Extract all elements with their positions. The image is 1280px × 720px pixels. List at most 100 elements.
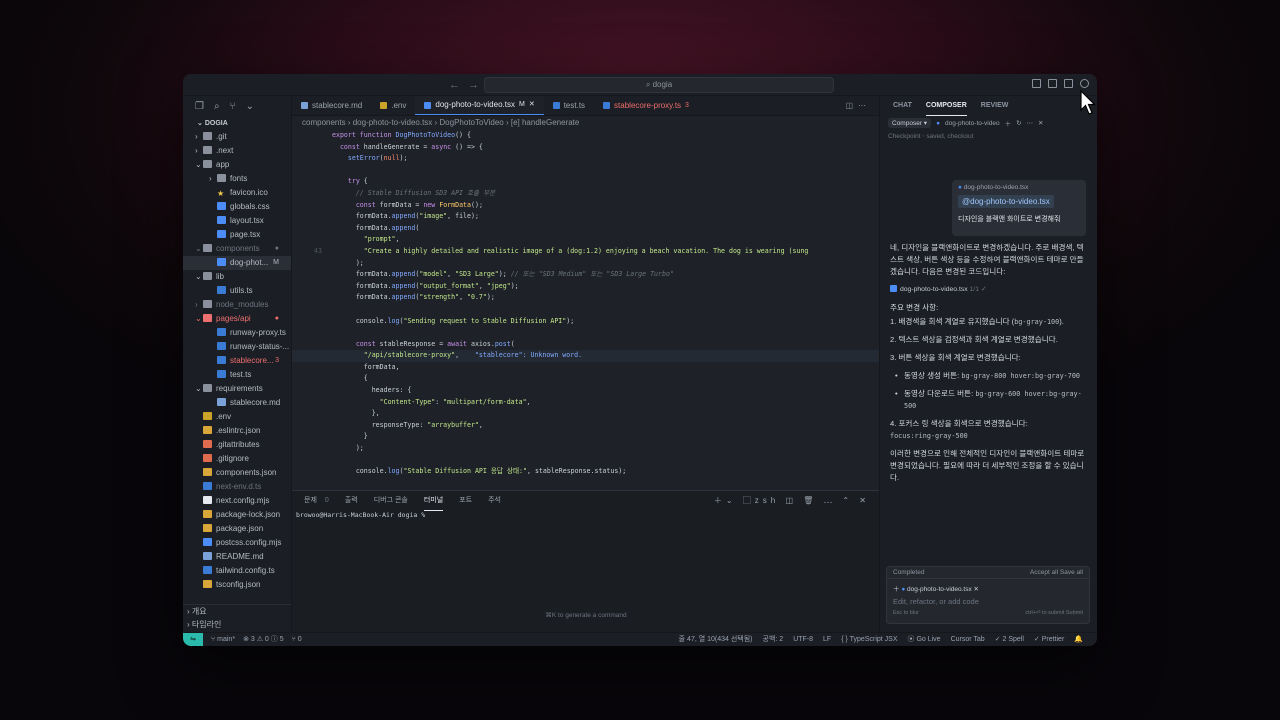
file-tree-item[interactable]: .eslintrc.json	[183, 424, 291, 438]
editor-tab[interactable]: .env	[371, 96, 415, 115]
composer-input[interactable]: Completed Accept all Save all ＋ ● dog-ph…	[886, 566, 1090, 624]
file-tree-item[interactable]: next.config.mjs	[183, 494, 291, 508]
line-ending[interactable]: LF	[823, 633, 831, 646]
editor-tab[interactable]: stablecore-proxy.ts 3	[594, 96, 698, 115]
code-line[interactable]: export function DogPhotoToVideo() {	[292, 130, 880, 142]
toggle-sidebar-icon[interactable]	[1032, 79, 1041, 88]
chat-tab[interactable]: CHAT	[893, 96, 912, 116]
file-tree-item[interactable]: runway-status-...	[183, 340, 291, 354]
code-line[interactable]: const handleGenerate = async () => {	[292, 142, 880, 154]
file-tree-item[interactable]: tsconfig.json	[183, 578, 291, 592]
cursor-position[interactable]: 줄 47, 열 10(434 선택됨)	[679, 633, 753, 646]
go-live[interactable]: ⦿ Go Live	[908, 633, 941, 646]
more-icon[interactable]: ⋯	[824, 496, 836, 505]
branch[interactable]: ⑂ main*	[211, 633, 235, 646]
file-tree-item[interactable]: ⌄ lib	[183, 270, 291, 284]
history-icon[interactable]: ↻	[1016, 119, 1021, 127]
files-icon[interactable]: ❐	[195, 101, 204, 112]
panel-tab[interactable]: 포트	[459, 491, 472, 511]
code-view[interactable]: export function DogPhotoToVideo() { cons…	[292, 130, 880, 490]
bell-icon[interactable]: 🔔	[1074, 633, 1083, 646]
composer-textbox[interactable]: Edit, refactor, or add code	[887, 597, 1089, 606]
close-icon[interactable]: ✕	[529, 95, 535, 115]
split-editor-icon[interactable]: ◫	[845, 101, 858, 110]
submit-hint[interactable]: ctrl+⏎ to submit Submit	[1025, 610, 1083, 616]
remote-icon[interactable]: ⇋	[183, 633, 203, 646]
code-line[interactable]: setError(null);	[292, 153, 880, 165]
breadcrumb[interactable]: components › dog-photo-to-video.tsx › Do…	[292, 116, 879, 129]
file-tree-item[interactable]: › fonts	[183, 172, 291, 186]
close-icon[interactable]: ✕	[974, 586, 979, 593]
code-line[interactable]: }	[292, 431, 880, 443]
file-mention[interactable]: @dog-photo-to-video.tsx	[958, 195, 1054, 208]
prettier[interactable]: ✓ Prettier	[1034, 633, 1064, 646]
more-icon[interactable]: ⋯	[858, 101, 871, 110]
settings-icon[interactable]	[1080, 79, 1089, 88]
code-line[interactable]: console.log("Sending request to Stable D…	[292, 316, 880, 328]
file-tree-item[interactable]: utils.ts	[183, 284, 291, 298]
new-terminal-icon[interactable]: ＋⌄	[714, 496, 737, 505]
code-line[interactable]	[292, 304, 880, 316]
file-tree-item[interactable]: .env	[183, 410, 291, 424]
indentation[interactable]: 공백: 2	[763, 633, 784, 646]
file-tree-item[interactable]: › .next	[183, 144, 291, 158]
more-icon[interactable]: ⋯	[1027, 119, 1034, 127]
checkpoint[interactable]: Checkpoint ◦ saved, checkout	[880, 130, 1097, 143]
file-tree-item[interactable]: ⌄ components ●	[183, 242, 291, 256]
accept-all-button[interactable]: Accept all	[1030, 569, 1058, 576]
file-tree-item[interactable]: runway-proxy.ts	[183, 326, 291, 340]
user-file-chip[interactable]: ● dog-photo-to-video.tsx	[958, 184, 1080, 191]
file-tree-item[interactable]: README.md	[183, 550, 291, 564]
panel-tab[interactable]: 주석	[488, 491, 501, 511]
code-line[interactable]: "Content-Type": "multipart/form-data",	[292, 397, 880, 409]
language-mode[interactable]: { } TypeScript JSX	[841, 633, 897, 646]
editor-tab[interactable]: stablecore.md	[292, 96, 371, 115]
source-control-icon[interactable]: ⑂	[230, 101, 236, 112]
toggle-panel-icon[interactable]	[1048, 79, 1057, 88]
cursor-tab[interactable]: Cursor Tab	[951, 633, 985, 646]
file-tree-item[interactable]: .gitignore	[183, 452, 291, 466]
code-line[interactable]: );	[292, 443, 880, 455]
outline-section[interactable]: › 개요	[183, 604, 291, 618]
file-tree-item[interactable]: ⌄ requirements	[183, 382, 291, 396]
search-icon[interactable]: ⌕	[214, 101, 220, 112]
file-tree-item[interactable]: stablecore.md	[183, 396, 291, 410]
file-tree-item[interactable]: ⌄ pages/api ●	[183, 312, 291, 326]
save-all-button[interactable]: Save all	[1060, 569, 1083, 576]
add-icon[interactable]: ＋	[1005, 118, 1012, 128]
nav-arrows[interactable]: ←→	[449, 79, 487, 91]
close-icon[interactable]: ✕	[859, 496, 870, 505]
command-center-search[interactable]: ⌕ dogia	[484, 77, 834, 93]
problems-count[interactable]: ⊗ 3 ⚠ 0 ⓘ 5	[243, 633, 284, 646]
code-line[interactable]: const stableResponse = await axios.post(	[292, 339, 880, 351]
composer-file-chip[interactable]: ＋ ● dog-photo-to-video.tsx ✕	[887, 579, 1089, 597]
explorer-root[interactable]: ⌄ DOGIA	[183, 118, 291, 130]
toggle-secondary-sidebar-icon[interactable]	[1064, 79, 1073, 88]
file-tree-item[interactable]: page.tsx	[183, 228, 291, 242]
chat-tab[interactable]: REVIEW	[981, 96, 1009, 116]
chevron-up-icon[interactable]: ⌃	[842, 496, 853, 505]
code-line[interactable]: headers: {	[292, 385, 880, 397]
code-line[interactable]	[292, 165, 880, 177]
file-tree-item[interactable]: package.json	[183, 522, 291, 536]
file-tree-item[interactable]: ★ favicon.ico	[183, 186, 291, 200]
code-line[interactable]: // Stable Diffusion SD3 API 호출 부분	[292, 188, 880, 200]
chat-tab[interactable]: COMPOSER	[925, 96, 967, 116]
file-tree-item[interactable]: tailwind.config.ts	[183, 564, 291, 578]
timeline-section[interactable]: › 타임라인	[183, 618, 291, 632]
code-line[interactable]: formData.append("model", "SD3 Large"); /…	[292, 269, 880, 281]
code-line[interactable]: 43 "Create a highly detailed and realist…	[292, 246, 880, 258]
composer-mode-dropdown[interactable]: Composer ▾	[888, 118, 932, 128]
code-line[interactable]: "/api/stablecore-proxy", "stablecore": U…	[292, 350, 880, 362]
file-tree-item[interactable]: › .git	[183, 130, 291, 144]
file-tree-item[interactable]: test.ts	[183, 368, 291, 382]
back-icon[interactable]: ←	[449, 79, 468, 91]
panel-tab[interactable]: 문제 0	[304, 491, 329, 511]
panel-tab[interactable]: 디버그 콘솔	[374, 491, 408, 511]
file-tree-item[interactable]: globals.css	[183, 200, 291, 214]
code-line[interactable]	[292, 327, 880, 339]
code-line[interactable]: formData.append("strength", "0.7");	[292, 292, 880, 304]
code-line[interactable]: try {	[292, 176, 880, 188]
code-line[interactable]: const formData = new FormData();	[292, 200, 880, 212]
editor-tab[interactable]: test.ts	[544, 96, 594, 115]
